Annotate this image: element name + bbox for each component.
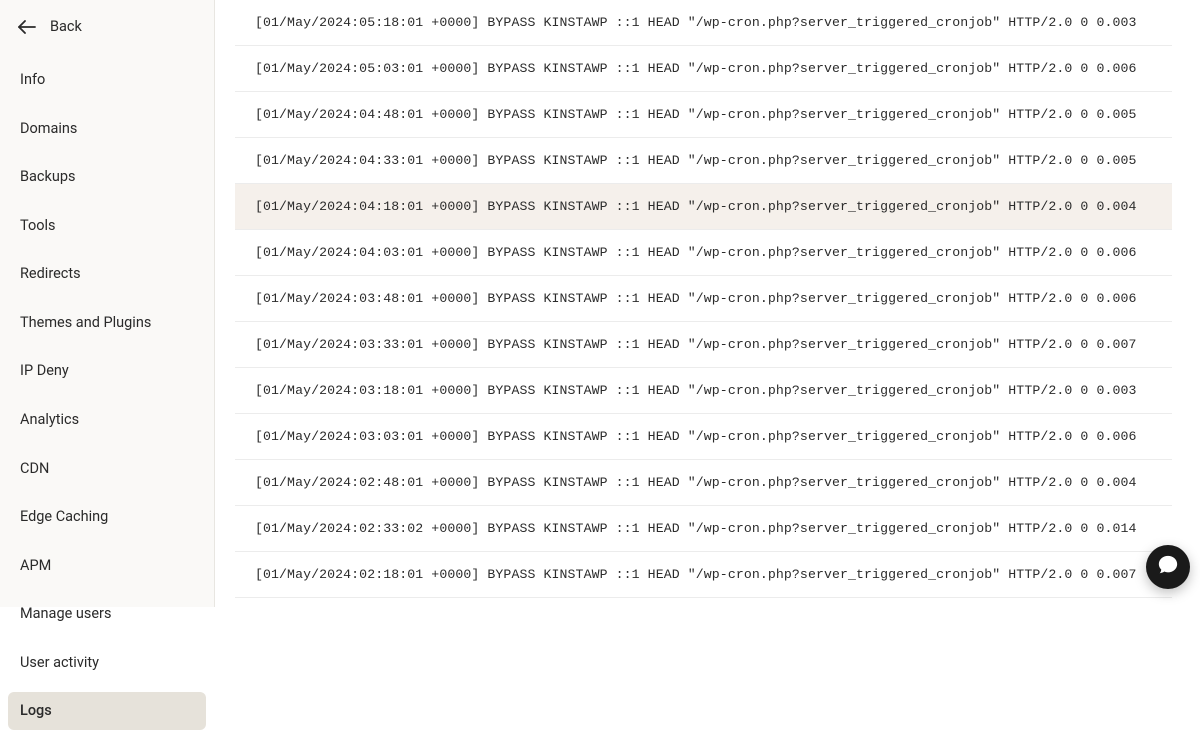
sidebar-item-label: CDN <box>20 460 49 477</box>
sidebar-item-label: Info <box>20 71 45 88</box>
sidebar-item-cdn[interactable]: CDN <box>8 450 206 488</box>
sidebar-item-label: Analytics <box>20 411 79 428</box>
sidebar-item-label: APM <box>20 557 51 574</box>
log-row[interactable]: [01/May/2024:04:03:01 +0000] BYPASS KINS… <box>235 230 1172 276</box>
chat-icon <box>1157 554 1179 580</box>
sidebar-item-label: Logs <box>20 702 52 719</box>
chat-widget-button[interactable] <box>1146 545 1190 589</box>
back-button[interactable]: Back <box>0 0 214 53</box>
sidebar-item-label: Edge Caching <box>20 508 108 525</box>
sidebar-item-label: Tools <box>20 217 56 234</box>
sidebar-item-user-activity[interactable]: User activity <box>8 644 206 682</box>
sidebar-item-label: Domains <box>20 120 77 137</box>
sidebar-item-backups[interactable]: Backups <box>8 158 206 196</box>
sidebar-item-label: Backups <box>20 168 75 185</box>
log-row[interactable]: [01/May/2024:03:33:01 +0000] BYPASS KINS… <box>235 322 1172 368</box>
sidebar-item-ip-deny[interactable]: IP Deny <box>8 352 206 390</box>
sidebar-item-redirects[interactable]: Redirects <box>8 255 206 293</box>
log-list: [01/May/2024:05:18:01 +0000] BYPASS KINS… <box>235 0 1172 598</box>
log-row[interactable]: [01/May/2024:02:33:02 +0000] BYPASS KINS… <box>235 506 1172 552</box>
sidebar-item-info[interactable]: Info <box>8 61 206 99</box>
sidebar-item-logs[interactable]: Logs <box>8 692 206 730</box>
log-row[interactable]: [01/May/2024:04:48:01 +0000] BYPASS KINS… <box>235 92 1172 138</box>
arrow-left-icon <box>18 20 36 34</box>
sidebar-item-label: User activity <box>20 654 99 671</box>
sidebar-nav: Info Domains Backups Tools Redirects Themes a… <box>0 53 214 740</box>
sidebar-item-domains[interactable]: Domains <box>8 110 206 148</box>
log-row[interactable]: [01/May/2024:05:18:01 +0000] BYPASS KINS… <box>235 0 1172 46</box>
sidebar-item-tools[interactable]: Tools <box>8 207 206 245</box>
sidebar-item-label: Themes and Plugins <box>20 314 151 331</box>
main-content: [01/May/2024:05:18:01 +0000] BYPASS KINS… <box>215 0 1200 607</box>
log-row[interactable]: [01/May/2024:03:48:01 +0000] BYPASS KINS… <box>235 276 1172 322</box>
log-row[interactable]: [01/May/2024:04:18:01 +0000] BYPASS KINS… <box>235 184 1172 230</box>
sidebar-item-analytics[interactable]: Analytics <box>8 401 206 439</box>
sidebar-item-label: Redirects <box>20 265 81 282</box>
sidebar-item-label: IP Deny <box>20 362 69 379</box>
log-row[interactable]: [01/May/2024:02:48:01 +0000] BYPASS KINS… <box>235 460 1172 506</box>
sidebar-item-manage-users[interactable]: Manage users <box>8 595 206 633</box>
back-label: Back <box>50 18 82 35</box>
log-row[interactable]: [01/May/2024:02:18:01 +0000] BYPASS KINS… <box>235 552 1172 598</box>
sidebar: Back Info Domains Backups Tools Redirects The… <box>0 0 215 607</box>
sidebar-item-apm[interactable]: APM <box>8 547 206 585</box>
log-row[interactable]: [01/May/2024:03:03:01 +0000] BYPASS KINS… <box>235 414 1172 460</box>
log-row[interactable]: [01/May/2024:04:33:01 +0000] BYPASS KINS… <box>235 138 1172 184</box>
sidebar-item-label: Manage users <box>20 605 111 622</box>
log-row[interactable]: [01/May/2024:05:03:01 +0000] BYPASS KINS… <box>235 46 1172 92</box>
sidebar-item-edge-caching[interactable]: Edge Caching <box>8 498 206 536</box>
log-row[interactable]: [01/May/2024:03:18:01 +0000] BYPASS KINS… <box>235 368 1172 414</box>
sidebar-item-themes-and-plugins[interactable]: Themes and Plugins <box>8 304 206 342</box>
